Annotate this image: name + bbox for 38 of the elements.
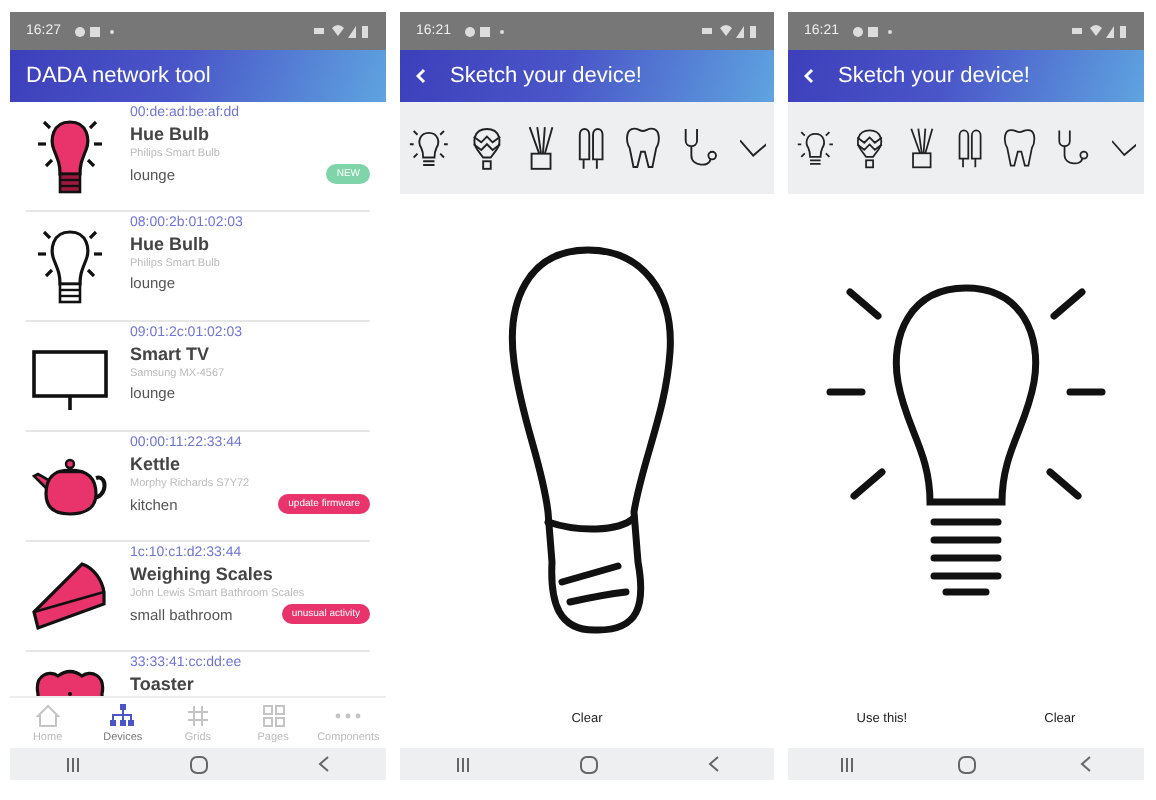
pages-icon bbox=[261, 703, 286, 727]
tooth-icon[interactable] bbox=[623, 124, 662, 172]
home-button-icon[interactable] bbox=[579, 755, 597, 773]
system-status-icons-drawing bbox=[314, 24, 370, 38]
home-icon bbox=[35, 703, 60, 727]
device-name: Toaster bbox=[130, 674, 196, 694]
back-icon[interactable] bbox=[1080, 756, 1092, 772]
notification-icons-drawing bbox=[851, 25, 896, 37]
system-status-icons-drawing bbox=[1072, 24, 1128, 38]
system-status-icons-drawing bbox=[702, 24, 758, 38]
home-button-icon[interactable] bbox=[189, 755, 208, 773]
popsicles-icon[interactable] bbox=[955, 124, 984, 172]
grid-icon bbox=[185, 703, 210, 727]
app-title: DADA network tool bbox=[26, 64, 211, 88]
lightbulb-icon[interactable] bbox=[408, 124, 450, 172]
network-icon bbox=[110, 703, 135, 727]
hot-air-balloon-icon[interactable] bbox=[852, 124, 888, 172]
device-name: Weighing Scales bbox=[130, 564, 275, 584]
app-title: Sketch your device! bbox=[838, 64, 1030, 88]
popsicles-icon[interactable] bbox=[575, 124, 606, 172]
tooth-icon[interactable] bbox=[1001, 124, 1037, 172]
recent-apps-icon[interactable] bbox=[840, 757, 854, 771]
home-button-icon[interactable] bbox=[958, 755, 976, 773]
reed-diffuser-icon[interactable] bbox=[523, 124, 558, 172]
notification-icons-drawing bbox=[73, 25, 118, 37]
stethoscope-icon[interactable] bbox=[679, 124, 722, 172]
recent-apps-icon[interactable] bbox=[65, 757, 80, 771]
device-name: Kettle bbox=[130, 454, 183, 474]
app-title: Sketch your device! bbox=[450, 64, 642, 88]
reed-diffuser-icon[interactable] bbox=[905, 124, 938, 172]
notification-icons-drawing bbox=[463, 25, 508, 37]
device-name: Smart TV bbox=[130, 344, 212, 364]
recent-apps-icon[interactable] bbox=[455, 757, 469, 771]
device-name: Hue Bulb bbox=[130, 124, 211, 144]
device-name: Hue Bulb bbox=[130, 234, 211, 254]
back-icon[interactable] bbox=[707, 756, 719, 772]
hot-air-balloon-icon[interactable] bbox=[467, 124, 506, 172]
back-icon[interactable] bbox=[318, 756, 331, 772]
